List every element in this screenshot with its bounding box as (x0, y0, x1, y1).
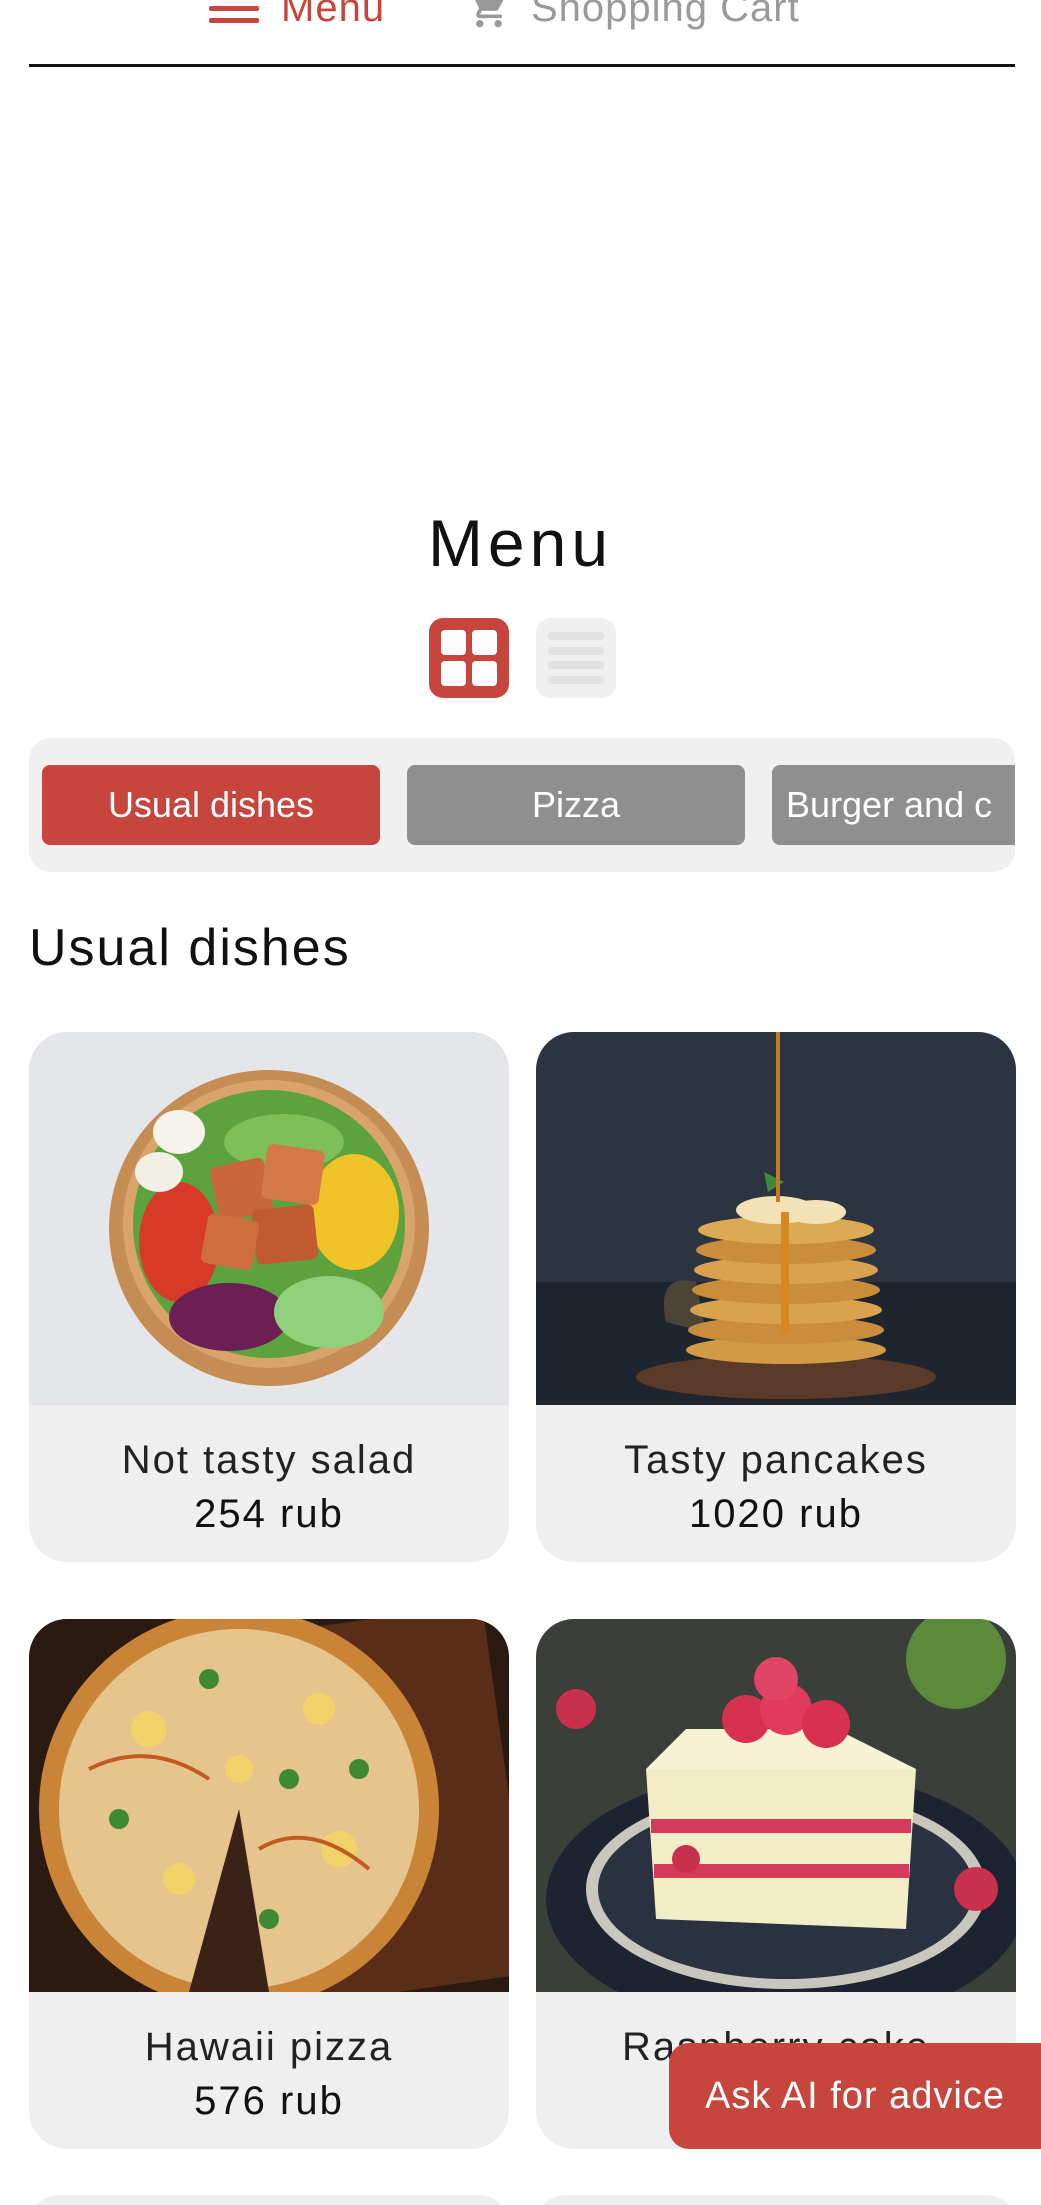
nav-menu-button[interactable]: Menu (209, 0, 385, 31)
salad-bowl-image (29, 1032, 509, 1405)
product-card[interactable]: Not tasty salad 254 rub (29, 1032, 509, 1562)
product-card[interactable]: Tasty pancakes 1020 rub (536, 1032, 1016, 1562)
page-title: Menu (427, 506, 614, 580)
pizza-image (29, 1619, 509, 1992)
cart-icon (475, 0, 504, 27)
top-navigation: Menu Shopping Cart (29, 0, 1015, 67)
nav-menu-label: Menu (281, 0, 386, 30)
raspberry-cake-image (536, 1619, 1016, 1992)
hamburger-icon (209, 0, 259, 23)
product-price: 1020 rub (689, 1492, 863, 1536)
category-bar: Usual dishes Pizza Burger and c (29, 738, 1015, 872)
section-title: Usual dishes (29, 919, 351, 977)
product-card-partial (536, 2195, 1016, 2205)
product-price: 254 rub (194, 1492, 344, 1536)
product-card-partial (29, 2195, 509, 2205)
product-name: Not tasty salad (121, 1438, 417, 1482)
pancake-stack-image (536, 1032, 1016, 1405)
product-name: Hawaii pizza (144, 2025, 394, 2069)
list-view-icon[interactable] (536, 618, 616, 698)
ask-ai-button[interactable]: Ask AI for advice (669, 2043, 1041, 2149)
grid-view-icon[interactable] (429, 618, 509, 698)
category-tab-usual-dishes[interactable]: Usual dishes (42, 765, 380, 845)
product-name: Tasty pancakes (624, 1438, 928, 1482)
category-tab-pizza[interactable]: Pizza (407, 765, 745, 845)
product-price: 576 rub (194, 2079, 344, 2123)
nav-cart-label: Shopping Cart (531, 0, 800, 30)
product-card[interactable]: Hawaii pizza 576 rub (29, 1619, 509, 2149)
category-tab-burger[interactable]: Burger and c (772, 765, 1015, 845)
nav-cart-button[interactable]: Shopping Cart (467, 0, 800, 31)
